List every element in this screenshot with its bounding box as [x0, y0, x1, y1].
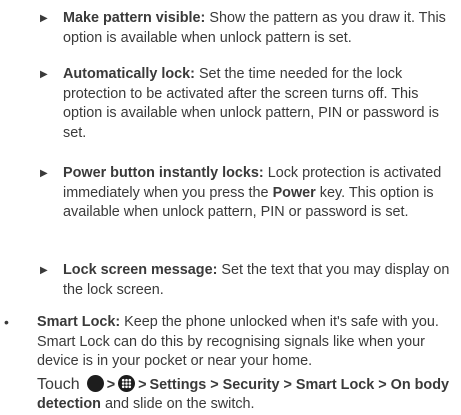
item-title: Smart Lock: [37, 314, 121, 330]
list-item-power-button-instantly-locks: ▶ Power button instantly locks: Lock pro… [40, 164, 458, 223]
home-circle-icon [86, 374, 104, 392]
power-key-label: Power [272, 184, 316, 201]
touch-word: Touch [37, 375, 80, 393]
arrow-bullet-icon: ▶ [40, 168, 48, 179]
list-item-lock-screen-message: ▶ Lock screen message: Set the text that… [40, 261, 458, 300]
item-title: Power button instantly locks: [63, 165, 264, 181]
touch-instruction: Touch > > Settings > Security > Smart Lock … [37, 374, 461, 415]
list-item-smart-lock: • Smart Lock: Keep the phone unlocked wh… [0, 313, 461, 415]
item-title: Automatically lock: [63, 66, 195, 82]
item-title: Make pattern visible: [63, 10, 206, 26]
bullet-dot: • [4, 314, 9, 330]
arrow-bullet-icon: ▶ [40, 69, 48, 80]
arrow-bullet-icon: ▶ [40, 265, 48, 276]
separator: > [106, 376, 116, 393]
all-apps-icon [118, 374, 136, 392]
list-item-make-pattern-visible: ▶ Make pattern visible: Show the pattern… [40, 9, 458, 48]
separator: > [138, 376, 147, 393]
arrow-bullet-icon: ▶ [40, 13, 48, 24]
item-title: Lock screen message: [63, 262, 218, 278]
list-item-automatically-lock: ▶ Automatically lock: Set the time neede… [40, 65, 458, 143]
